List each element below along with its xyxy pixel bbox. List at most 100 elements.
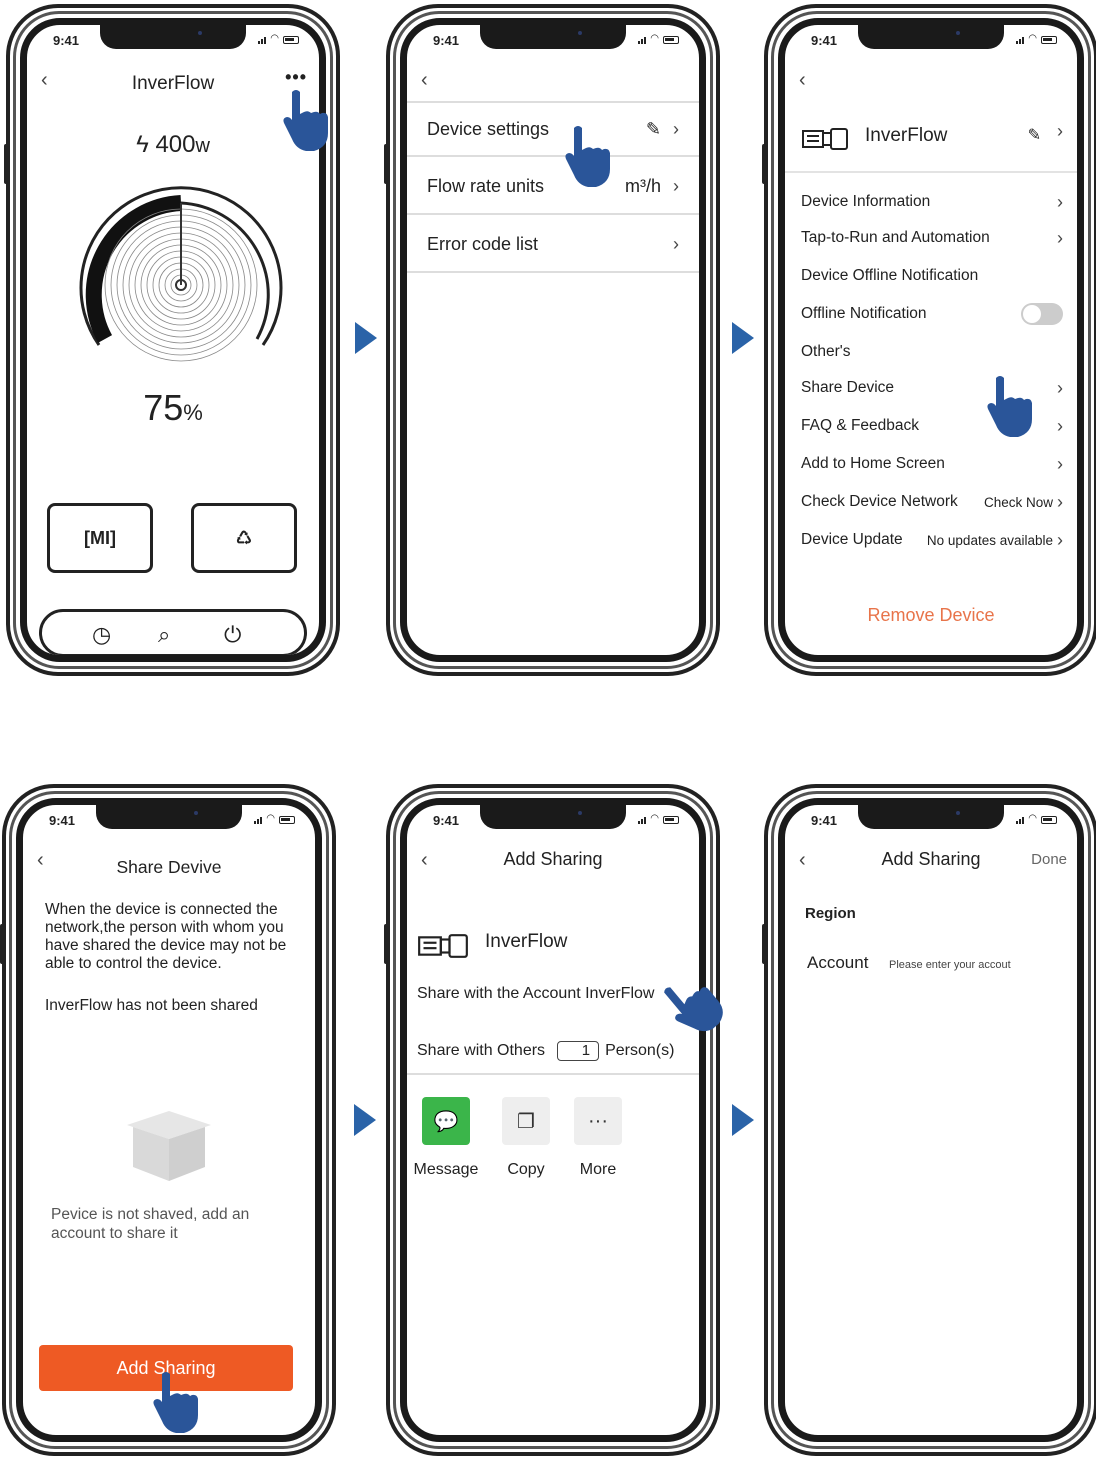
share-more-button[interactable]: ··· More	[565, 1097, 631, 1179]
notch	[96, 805, 242, 829]
offline-notification-toggle[interactable]	[1021, 303, 1063, 325]
status-icons: ◠	[1016, 814, 1057, 824]
row-label: Device Update	[801, 531, 903, 548]
row-label: Check Device Network	[801, 493, 958, 510]
back-icon[interactable]: ‹	[421, 69, 428, 92]
phone-device-menu-screen: 9:41 ◠ ‹ InverFlow ✎ › Device Informatio…	[762, 4, 1096, 676]
back-icon[interactable]: ‹	[799, 69, 806, 92]
more-icon: ···	[574, 1097, 622, 1145]
status-icons: ◠	[638, 814, 679, 824]
empty-box-icon	[127, 1111, 211, 1181]
share-with-others-row: Share with Others 1 Person(s)	[417, 1041, 674, 1061]
device-header[interactable]: InverFlow ✎ ›	[785, 105, 1077, 173]
row-label: Device Information	[801, 193, 931, 210]
flow-gauge[interactable]	[61, 173, 301, 373]
menu-row-tap-to-run[interactable]: Tap-to-Run and Automation ›	[801, 223, 1063, 253]
bottom-control-bar: ◷ ⌕ ⏻	[39, 609, 307, 655]
edit-icon[interactable]: ✎	[1028, 125, 1041, 145]
menu-row-device-offline-notification: Device Offline Notification	[801, 261, 1063, 291]
power-value: 400	[155, 131, 196, 158]
chevron-right-icon: ›	[1057, 529, 1063, 550]
wechat-icon: 💬	[422, 1097, 470, 1145]
notch	[480, 805, 626, 829]
search-icon[interactable]: ⌕	[158, 622, 170, 648]
row-label: Offline Notification	[801, 305, 927, 322]
persons-label: Person(s)	[605, 1042, 675, 1060]
share-app-label: More	[579, 1161, 617, 1178]
clock-icon[interactable]: ◷	[92, 622, 111, 648]
status-time: 9:41	[433, 813, 460, 828]
region-field[interactable]: Region	[805, 905, 856, 922]
notch	[858, 805, 1004, 829]
power-icon[interactable]: ⏻	[224, 622, 241, 648]
status-time: 9:41	[53, 33, 80, 48]
status-icons: ◠	[638, 34, 679, 44]
next-step-arrow	[355, 322, 377, 354]
done-button[interactable]: Done	[1031, 851, 1067, 868]
share-with-account[interactable]: Share with the Account InverFlow	[417, 985, 654, 1003]
page-title: Share Devive	[116, 857, 222, 877]
recycle-icon: ♺	[235, 527, 253, 548]
share-with-others-label: Share with Others	[417, 1042, 546, 1060]
row-label: Device settings	[427, 118, 550, 139]
menu-row-offline-notification: Offline Notification	[801, 299, 1063, 329]
mode-button-label: [MI]	[84, 527, 116, 548]
settings-row-flow-rate-units[interactable]: Flow rate units m³/h ›	[407, 159, 699, 215]
tap-hand-icon	[283, 90, 328, 151]
row-label: Error code list	[427, 233, 539, 254]
menu-row-add-to-home[interactable]: Add to Home Screen ›	[801, 449, 1063, 479]
phone-share-device-screen: 9:41 ◠ ‹ Share Devive When the device is…	[0, 784, 336, 1456]
chevron-right-icon: ›	[1057, 453, 1063, 474]
persons-count-input[interactable]: 1	[557, 1041, 600, 1061]
chevron-right-icon: ›	[1057, 227, 1063, 248]
share-app-label: Copy	[507, 1161, 545, 1178]
next-step-arrow	[354, 1104, 376, 1136]
row-label: Other's	[801, 343, 851, 360]
recycle-button[interactable]: ♺	[191, 503, 297, 573]
next-step-arrow	[732, 322, 754, 354]
row-value: m³/h	[625, 175, 661, 196]
settings-row-error-code-list[interactable]: Error code list ›	[407, 217, 699, 273]
status-icons: ◠	[254, 814, 295, 824]
power-readout: ϟ 400w	[27, 131, 319, 159]
menu-row-device-information[interactable]: Device Information ›	[801, 187, 1063, 217]
next-step-arrow	[732, 1104, 754, 1136]
status-time: 9:41	[811, 813, 838, 828]
device-name: InverFlow	[485, 931, 568, 952]
tap-hand-icon	[153, 1372, 198, 1433]
device-title: InverFlow	[131, 73, 215, 94]
not-shared-text: InverFlow has not been shared	[45, 997, 258, 1014]
notch	[858, 25, 1004, 49]
copy-icon: ❐	[502, 1097, 550, 1145]
percent-readout: 75%	[27, 387, 319, 429]
status-time: 9:41	[433, 33, 460, 48]
settings-row-device-settings[interactable]: Device settings ✎ ›	[407, 101, 699, 157]
chevron-right-icon: ›	[673, 175, 679, 196]
mode-button[interactable]: [MI]	[47, 503, 153, 573]
tap-hand-icon	[565, 126, 610, 187]
chevron-right-icon: ›	[1057, 415, 1063, 436]
chevron-right-icon: ›	[1057, 491, 1063, 512]
tap-hand-icon	[987, 376, 1032, 437]
row-label: Tap-to-Run and Automation	[801, 229, 990, 246]
lightning-icon: ϟ	[136, 131, 149, 158]
chevron-right-icon: ›	[673, 233, 679, 254]
chevron-right-icon: ›	[1057, 121, 1063, 141]
more-options-icon[interactable]: •••	[285, 67, 307, 88]
phone-settings-screen: 9:41 ◠ ‹ Device settings ✎ › Flow rate uni…	[384, 4, 720, 676]
row-value: No updates available	[926, 532, 1053, 548]
menu-row-others: Other's	[801, 337, 1063, 367]
menu-row-check-network[interactable]: Check Device Network Check Now ›	[801, 487, 1063, 517]
status-time: 9:41	[811, 33, 838, 48]
account-input[interactable]: Please enter your accout	[889, 959, 1011, 971]
share-message-button[interactable]: 💬 Message	[413, 1097, 479, 1179]
device-name: InverFlow	[865, 125, 948, 146]
share-copy-button[interactable]: ❐ Copy	[493, 1097, 559, 1179]
chevron-right-icon: ›	[673, 118, 679, 139]
share-app-label: Message	[413, 1161, 479, 1178]
remove-device-button[interactable]: Remove Device	[785, 605, 1077, 626]
menu-row-device-update[interactable]: Device Update No updates available ›	[801, 525, 1063, 555]
share-warning: When the device is connected the network…	[45, 901, 287, 972]
percent-unit: %	[183, 400, 203, 425]
chevron-right-icon: ›	[1057, 191, 1063, 212]
